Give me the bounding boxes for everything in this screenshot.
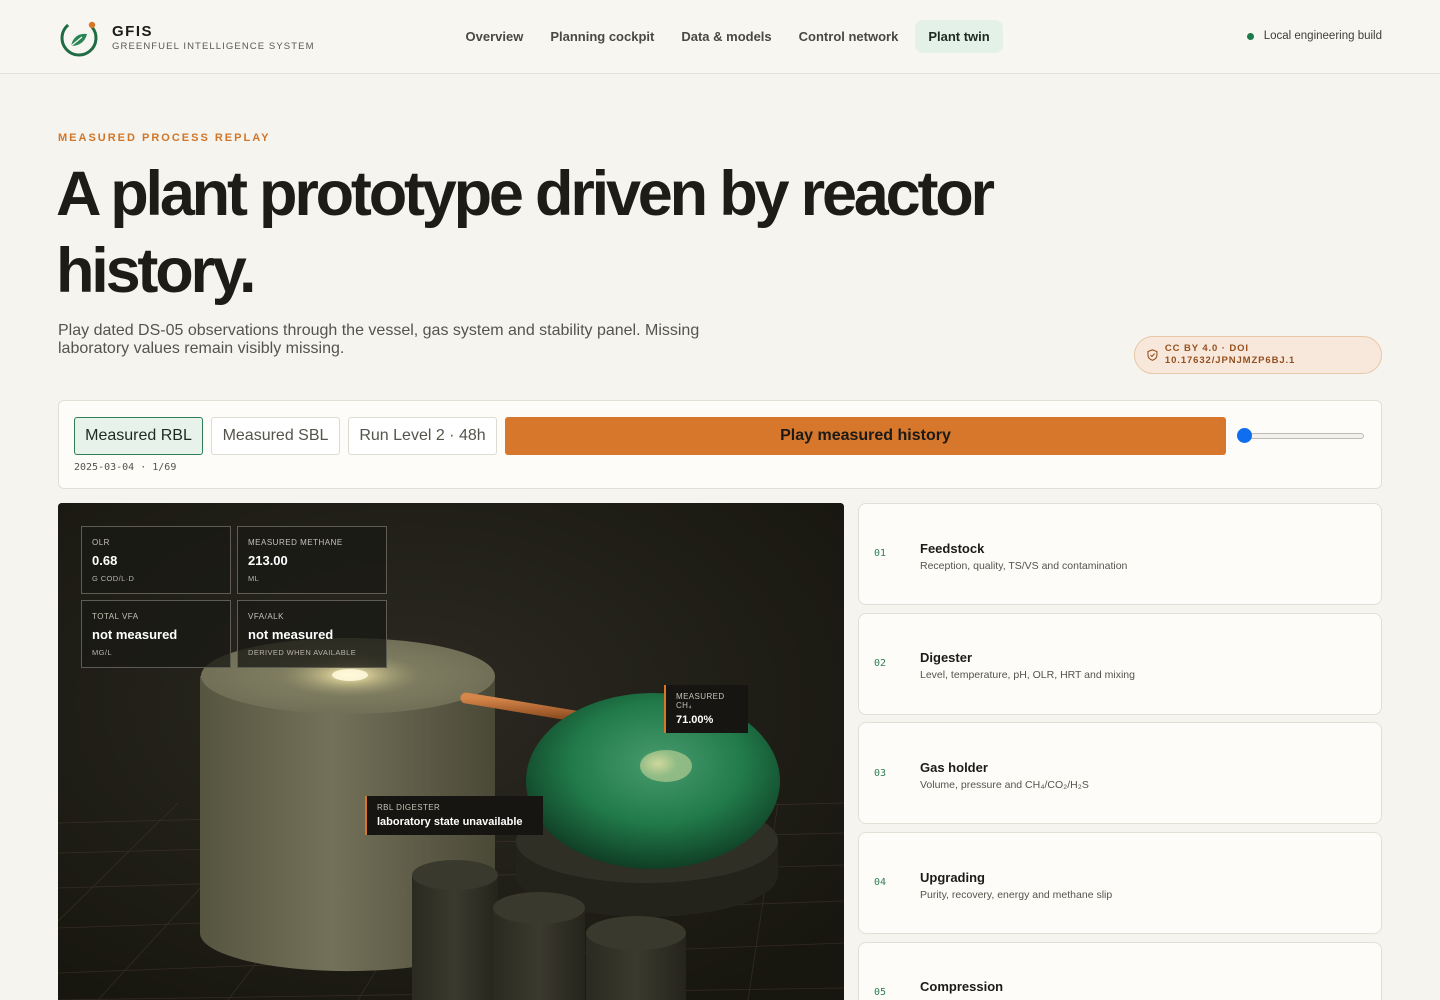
metric-measured-methane: MEASURED METHANE 213.00 ML	[237, 526, 387, 594]
metric-label: OLR	[92, 538, 110, 547]
metric-value: 0.68	[92, 553, 118, 568]
page-title: A plant prototype driven by reactor hist…	[56, 159, 995, 306]
stage-card-gas-holder[interactable]: 03 Gas holder Volume, pressure and CH₄/C…	[858, 722, 1382, 824]
stage-number: 05	[874, 987, 887, 998]
stage-description: Level, temperature, pH, OLR, HRT and mix…	[920, 669, 1135, 681]
metric-value: 213.00	[248, 553, 288, 568]
stage-card-feedstock[interactable]: 01 Feedstock Reception, quality, TS/VS a…	[858, 503, 1382, 605]
date-readout: 2025-03-04 · 1/69	[74, 462, 177, 473]
stage-number: 03	[874, 768, 887, 779]
build-status: Local engineering build	[1246, 30, 1382, 42]
stage-title: Digester	[920, 650, 973, 665]
metric-vfa-alk: VFA/ALK not measured DERIVED WHEN AVAILA…	[237, 600, 387, 668]
stage-title: Feedstock	[920, 541, 985, 556]
timeline-slider[interactable]	[1237, 427, 1364, 445]
plant-3d-view[interactable]: OLR 0.68 G COD/L·D MEASURED METHANE 213.…	[58, 503, 844, 1000]
slider-track[interactable]	[1237, 433, 1364, 439]
shield-icon	[1147, 349, 1158, 361]
metric-olr: OLR 0.68 G COD/L·D	[81, 526, 231, 594]
mode-measured-sbl-button[interactable]: Measured SBL	[211, 417, 340, 455]
main-nav: Overview Planning cockpit Data & models …	[452, 20, 1004, 53]
slider-thumb[interactable]	[1237, 428, 1252, 443]
metric-unit: DERIVED WHEN AVAILABLE	[248, 648, 357, 657]
stage-card-compression[interactable]: 05 Compression	[858, 942, 1382, 1000]
leaf-ring-icon[interactable]	[58, 17, 100, 59]
stage-title: Compression	[920, 979, 1004, 994]
hero-description: Play dated DS-05 observations through th…	[58, 322, 700, 357]
mode-run-level-2-button[interactable]: Run Level 2 · 48h	[348, 417, 497, 455]
stage-number: 04	[874, 877, 887, 888]
replay-controls: Measured RBL Measured SBL Run Level 2 · …	[58, 400, 1382, 489]
stage-number: 02	[874, 658, 887, 669]
metric-label: TOTAL VFA	[92, 612, 139, 621]
mode-measured-rbl-button[interactable]: Measured RBL	[74, 417, 203, 455]
nav-plant-twin[interactable]: Plant twin	[914, 20, 1004, 53]
license-text: CC BY 4.0 · DOI 10.17632/JPNJMZP6BJ.1	[1164, 343, 1296, 366]
brand-name: GFIS	[112, 23, 154, 40]
stage-description: Purity, recovery, energy and methane sli…	[920, 889, 1113, 901]
stage-description: Reception, quality, TS/VS and contaminat…	[920, 560, 1128, 572]
stage-card-digester[interactable]: 02 Digester Level, temperature, pH, OLR,…	[858, 613, 1382, 715]
nav-data-models[interactable]: Data & models	[668, 20, 785, 53]
license-badge[interactable]: CC BY 4.0 · DOI 10.17632/JPNJMZP6BJ.1	[1134, 336, 1382, 374]
top-header: GFIS GREENFUEL INTELLIGENCE SYSTEM Overv…	[0, 0, 1440, 74]
ch4-callout: MEASURED CH₄ 71.00%	[664, 685, 748, 733]
callout-value: 71.00%	[676, 714, 714, 726]
brand-subtitle: GREENFUEL INTELLIGENCE SYSTEM	[112, 41, 315, 52]
metric-total-vfa: TOTAL VFA not measured MG/L	[81, 600, 231, 668]
metric-value: not measured	[248, 627, 334, 642]
callout-label: MEASURED CH₄	[676, 692, 725, 710]
callout-value: laboratory state unavailable	[377, 816, 523, 828]
hero-eyebrow: MEASURED PROCESS REPLAY	[58, 132, 271, 144]
status-dot-icon	[1246, 32, 1254, 40]
callout-label: RBL DIGESTER	[377, 803, 441, 812]
nav-overview[interactable]: Overview	[452, 20, 537, 53]
nav-control-network[interactable]: Control network	[785, 20, 912, 53]
metric-unit: G COD/L·D	[92, 574, 135, 583]
build-status-label: Local engineering build	[1263, 30, 1382, 42]
nav-planning-cockpit[interactable]: Planning cockpit	[537, 20, 668, 53]
stage-number: 01	[874, 548, 887, 559]
metric-value: not measured	[92, 627, 178, 642]
digester-callout: RBL DIGESTER laboratory state unavailabl…	[365, 796, 543, 835]
metric-unit: MG/L	[92, 648, 112, 657]
stage-card-upgrading[interactable]: 04 Upgrading Purity, recovery, energy an…	[858, 832, 1382, 934]
stage-description: Volume, pressure and CH₄/CO₂/H₂S	[920, 779, 1089, 791]
metric-label: MEASURED METHANE	[248, 538, 343, 547]
stage-title: Gas holder	[920, 760, 988, 775]
metric-label: VFA/ALK	[248, 612, 284, 621]
stage-title: Upgrading	[920, 870, 985, 885]
metric-unit: ML	[248, 574, 260, 583]
play-history-button[interactable]: Play measured history	[505, 417, 1226, 455]
